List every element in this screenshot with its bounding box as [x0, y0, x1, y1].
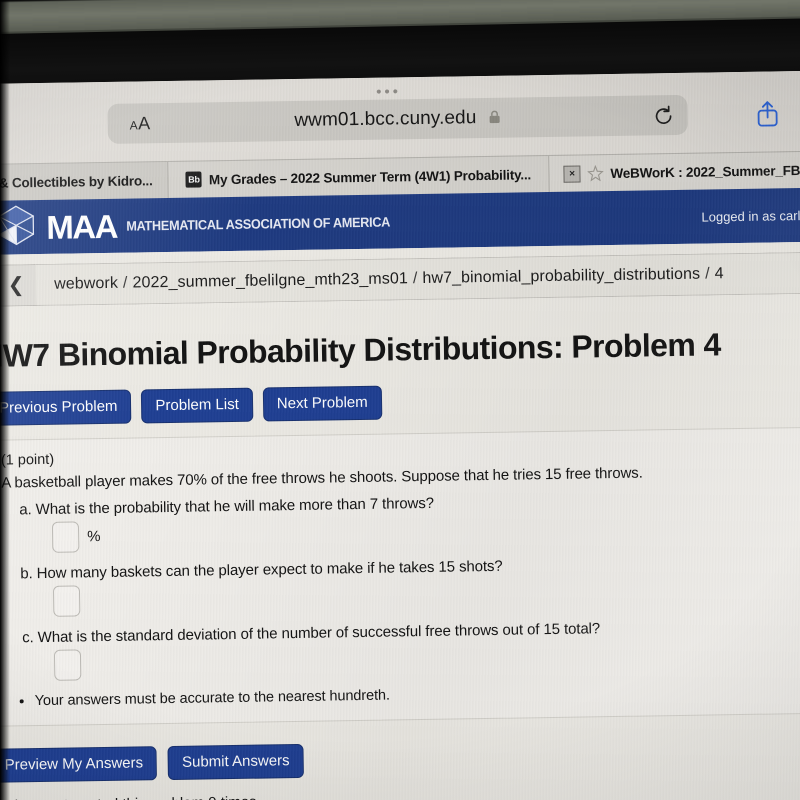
- attempts-status: You have attempted this problem 0 times.…: [0, 784, 800, 800]
- tab-overflow-icon[interactable]: •••: [376, 83, 401, 100]
- part-a-answer-row: %: [51, 510, 800, 554]
- breadcrumb-separator: /: [412, 270, 418, 288]
- address-bar[interactable]: AA wwm01.bcc.cuny.edu: [107, 94, 688, 144]
- previous-problem-button[interactable]: Previous Problem: [0, 389, 132, 427]
- maa-tagline: MATHEMATICAL ASSOCIATION OF AMERICA: [125, 213, 390, 234]
- answer-input-c[interactable]: [53, 649, 82, 681]
- url-text: wwm01.bcc.cuny.edu: [294, 106, 477, 131]
- problem-part-c: What is the standard deviation of the nu…: [38, 617, 800, 681]
- breadcrumb-separator: /: [122, 274, 128, 292]
- logged-in-status: Logged in as carlos: [701, 207, 800, 225]
- submit-row: Preview My Answers Submit Answers: [0, 736, 800, 784]
- breadcrumb-item-webwork[interactable]: webwork: [54, 275, 118, 294]
- close-icon[interactable]: ×: [563, 164, 581, 183]
- breadcrumb-separator: /: [705, 265, 710, 283]
- reload-icon[interactable]: [652, 105, 674, 127]
- text-size-button[interactable]: AA: [129, 113, 151, 134]
- part-b-answer-row: [52, 574, 800, 618]
- accuracy-note: Your answers must be accurate to the nea…: [35, 681, 800, 710]
- problem-part-a: What is the probability that he will mak…: [35, 489, 800, 554]
- chevron-left-icon: ❮: [7, 274, 25, 297]
- blackboard-favicon-icon: Bb: [185, 171, 203, 188]
- problem-part-b: How many baskets can the player expect t…: [36, 553, 800, 618]
- answer-input-b[interactable]: [52, 585, 81, 618]
- screen-content: ••• AA wwm01.bcc.cuny.edu & Collectibles…: [0, 70, 800, 800]
- breadcrumb: webwork / 2022_summer_fbelilgne_mth23_ms…: [35, 251, 800, 307]
- back-button[interactable]: ❮: [0, 264, 37, 307]
- part-b-text: How many baskets can the player expect t…: [36, 557, 503, 583]
- breadcrumb-item-course[interactable]: 2022_summer_fbelilgne_mth23_ms01: [132, 270, 408, 292]
- breadcrumb-item-problem[interactable]: 4: [715, 265, 724, 283]
- problem-parts-list: What is the probability that he will mak…: [2, 489, 800, 682]
- page-title: HW7 Binomial Probability Distributions: …: [0, 326, 721, 374]
- problem-nav-buttons: Previous Problem Problem List Next Probl…: [0, 379, 800, 427]
- browser-toolbar: ••• AA wwm01.bcc.cuny.edu: [0, 70, 800, 164]
- problem-panel: (1 point) A basketball player makes 70% …: [0, 426, 800, 728]
- url-text-wrap: wwm01.bcc.cuny.edu: [107, 103, 687, 135]
- browser-tab-active[interactable]: × WeBWorK : 2022_Summer_FBe: [549, 151, 800, 192]
- part-c-answer-row: [53, 638, 800, 681]
- unit-label-percent: %: [86, 528, 101, 546]
- tab-title: res & Collectibles by Kidro...: [0, 172, 153, 191]
- star-icon: [587, 165, 604, 182]
- attempts-count-line: You have attempted this problem 0 times.: [0, 784, 800, 800]
- lock-icon: [489, 107, 501, 129]
- maa-polyhedron-logo-icon: [0, 203, 39, 253]
- browser-tab[interactable]: res & Collectibles by Kidro...: [0, 161, 169, 201]
- next-problem-button[interactable]: Next Problem: [262, 385, 382, 422]
- problem-notes: Your answers must be accurate to the nea…: [5, 681, 800, 710]
- maa-wordmark: MAA: [45, 207, 118, 246]
- browser-tab[interactable]: Bb My Grades – 2022 Summer Term (4W1) Pr…: [168, 155, 550, 198]
- answer-input-a[interactable]: [51, 521, 80, 554]
- part-a-text: What is the probability that he will mak…: [35, 495, 435, 519]
- tab-title: WeBWorK : 2022_Summer_FBe: [610, 162, 800, 181]
- photographed-tablet-screen: ••• AA wwm01.bcc.cuny.edu & Collectibles…: [0, 0, 800, 800]
- share-icon[interactable]: [754, 99, 780, 127]
- page-body: ❮ webwork / 2022_summer_fbelilgne_mth23_…: [0, 241, 800, 800]
- submit-answers-button[interactable]: Submit Answers: [167, 744, 304, 781]
- tab-title: My Grades – 2022 Summer Term (4W1) Proba…: [208, 166, 532, 187]
- problem-list-button[interactable]: Problem List: [141, 387, 254, 424]
- breadcrumb-item-set[interactable]: hw7_binomial_probability_distributions: [422, 266, 700, 288]
- preview-answers-button[interactable]: Preview My Answers: [0, 746, 158, 784]
